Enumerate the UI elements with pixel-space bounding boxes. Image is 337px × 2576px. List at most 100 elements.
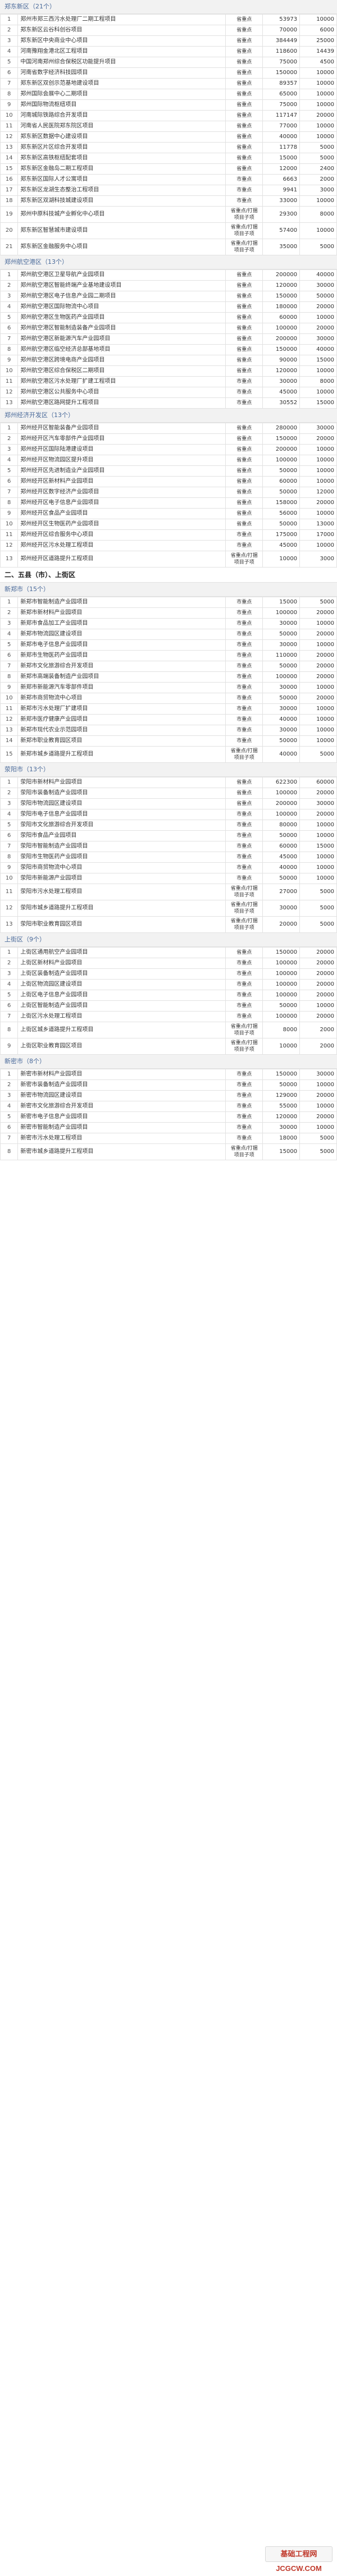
total-investment: 50000	[262, 661, 300, 672]
table-row: 10 荥阳市新能源产业园项目 市重点 50000 10000	[0, 873, 337, 884]
row-number: 2	[0, 607, 19, 619]
project-name: 郑东新区智慧城市建设项目	[17, 222, 226, 239]
project-name: 上街区智能制造产业园项目	[17, 1000, 226, 1012]
total-investment: 150000	[262, 1069, 300, 1080]
project-name: 郑东新区片区综合开发项目	[17, 142, 226, 153]
table-row: 13 郑州航空港区路网提升工程项目 市重点 30552 15000	[0, 397, 337, 409]
row-number: 3	[0, 798, 19, 809]
row-number: 8	[0, 1022, 19, 1038]
section-header: 郑州航空港区（13个）	[0, 255, 337, 269]
project-name: 新郑市医疗健康产业园项目	[17, 714, 226, 725]
row-number: 12	[0, 131, 19, 143]
table-row: 10 郑州航空港区综合保税区二期项目 省重点 120000 10000	[0, 365, 337, 377]
annual-investment: 5000	[299, 916, 337, 933]
project-level: 市重点	[225, 174, 263, 185]
project-name: 上街区通用航空产业园项目	[17, 947, 226, 958]
project-name: 郑州航空港区新能源汽车产业园项目	[17, 333, 226, 345]
project-name: 郑州经开区新材料产业园项目	[17, 476, 226, 487]
row-number: 5	[0, 312, 19, 323]
total-investment: 158000	[262, 497, 300, 509]
total-investment: 89357	[262, 78, 300, 89]
table-row: 9 新郑市新能源汽车零部件项目 市重点 30000 10000	[0, 682, 337, 693]
row-number: 2	[0, 433, 19, 445]
table-row: 9 郑州国际物流枢纽项目 省重点 75000 10000	[0, 99, 337, 111]
table-row: 8 郑州航空港区临空经济总部基地项目 省重点 150000 40000	[0, 344, 337, 355]
annual-investment: 10000	[299, 1101, 337, 1112]
annual-investment: 30000	[299, 798, 337, 809]
annual-investment: 10000	[299, 89, 337, 100]
project-level: 省重点	[225, 947, 263, 958]
project-level: 省重点	[225, 455, 263, 466]
row-number: 21	[0, 239, 19, 255]
table-row: 12 郑州经开区污水处理工程项目 市重点 45000 10000	[0, 540, 337, 551]
annual-investment: 10000	[299, 618, 337, 629]
project-name: 荥阳市物流园区建设项目	[17, 798, 226, 809]
row-number: 5	[0, 1111, 19, 1123]
table-row: 6 河南省数字经济科技园项目 省重点 150000 10000	[0, 67, 337, 79]
project-level: 市重点	[225, 990, 263, 1001]
table-row: 20 郑东新区智慧城市建设项目 省重点/打捆项目子项 57400 10000	[0, 222, 337, 239]
total-investment: 200000	[262, 269, 300, 281]
total-investment: 60000	[262, 312, 300, 323]
annual-investment: 5000	[299, 142, 337, 153]
table-row: 1 新密市新材料产业园项目 市重点 150000 30000	[0, 1069, 337, 1080]
project-name: 郑州航空港区污水处理厂扩建工程项目	[17, 376, 226, 387]
total-investment: 56000	[262, 508, 300, 519]
row-number: 4	[0, 979, 19, 990]
table-row: 13 荥阳市职业教育园区项目 省重点/打捆项目子项 20000 5000	[0, 916, 337, 933]
annual-investment: 20000	[299, 629, 337, 640]
annual-investment: 5000	[299, 239, 337, 255]
project-level: 省重点/打捆项目子项	[225, 222, 263, 239]
annual-investment: 20000	[299, 433, 337, 445]
project-table: 1 新郑市智能制造产业园项目 市重点 15000 5000 2 新郑市新材料产业园项目 市重点…	[0, 597, 337, 763]
annual-investment: 10000	[299, 444, 337, 455]
project-level: 市重点	[225, 958, 263, 969]
total-investment: 55000	[262, 1101, 300, 1112]
total-investment: 40000	[262, 131, 300, 143]
project-name: 郑州国际物流枢纽项目	[17, 99, 226, 111]
row-number: 4	[0, 46, 19, 57]
table-row: 4 郑州航空港区国际物流中心项目 省重点 180000 20000	[0, 301, 337, 313]
total-investment: 50000	[262, 1079, 300, 1091]
project-name: 郑东新区国际人才公寓项目	[17, 174, 226, 185]
table-row: 12 荥阳市城乡道路提升工程项目 省重点/打捆项目子项 30000 5000	[0, 900, 337, 917]
annual-investment: 3000	[299, 551, 337, 568]
total-investment: 30000	[262, 1122, 300, 1133]
annual-investment: 20000	[299, 1011, 337, 1022]
project-name: 上街区装备制造产业园项目	[17, 968, 226, 980]
annual-investment: 8000	[299, 376, 337, 387]
project-name: 郑州经开区智能装备产业园项目	[17, 423, 226, 434]
row-number: 5	[0, 820, 19, 831]
row-number: 6	[0, 650, 19, 661]
annual-investment: 20000	[299, 323, 337, 334]
row-number: 8	[0, 497, 19, 509]
project-name: 新郑市食品加工产业园项目	[17, 618, 226, 629]
project-level: 省重点/打捆项目子项	[225, 746, 263, 763]
total-investment: 100000	[262, 607, 300, 619]
total-investment: 27000	[262, 884, 300, 900]
total-investment: 40000	[262, 746, 300, 763]
project-level: 省重点	[225, 153, 263, 164]
annual-investment: 20000	[299, 650, 337, 661]
annual-investment: 10000	[299, 14, 337, 25]
project-level: 省重点	[225, 508, 263, 519]
project-table: 1 郑州经开区智能装备产业园项目 省重点 280000 30000 2 郑州经开区汽车零部件…	[0, 423, 337, 568]
project-name: 郑州航空港区路网提升工程项目	[17, 397, 226, 409]
project-level: 省重点	[225, 301, 263, 313]
annual-investment: 20000	[299, 301, 337, 313]
project-level: 市重点	[225, 1090, 263, 1101]
row-number: 2	[0, 280, 19, 291]
project-name: 上街区电子信息产业园项目	[17, 990, 226, 1001]
table-row: 11 郑州经开区综合服务中心项目 市重点 175000 17000	[0, 529, 337, 541]
project-name: 新密市城乡道路提升工程项目	[17, 1143, 226, 1160]
table-row: 13 新郑市现代农业示范园项目 市重点 30000 10000	[0, 725, 337, 736]
total-investment: 50000	[262, 1000, 300, 1012]
total-investment: 30000	[262, 900, 300, 917]
table-row: 15 新郑市城乡道路提升工程项目 省重点/打捆项目子项 40000 5000	[0, 746, 337, 763]
row-number: 7	[0, 78, 19, 89]
row-number: 1	[0, 777, 19, 788]
table-row: 13 郑东新区片区综合开发项目 省重点 11778 5000	[0, 142, 337, 153]
row-number: 2	[0, 1079, 19, 1091]
project-level: 省重点	[225, 497, 263, 509]
total-investment: 90000	[262, 355, 300, 366]
